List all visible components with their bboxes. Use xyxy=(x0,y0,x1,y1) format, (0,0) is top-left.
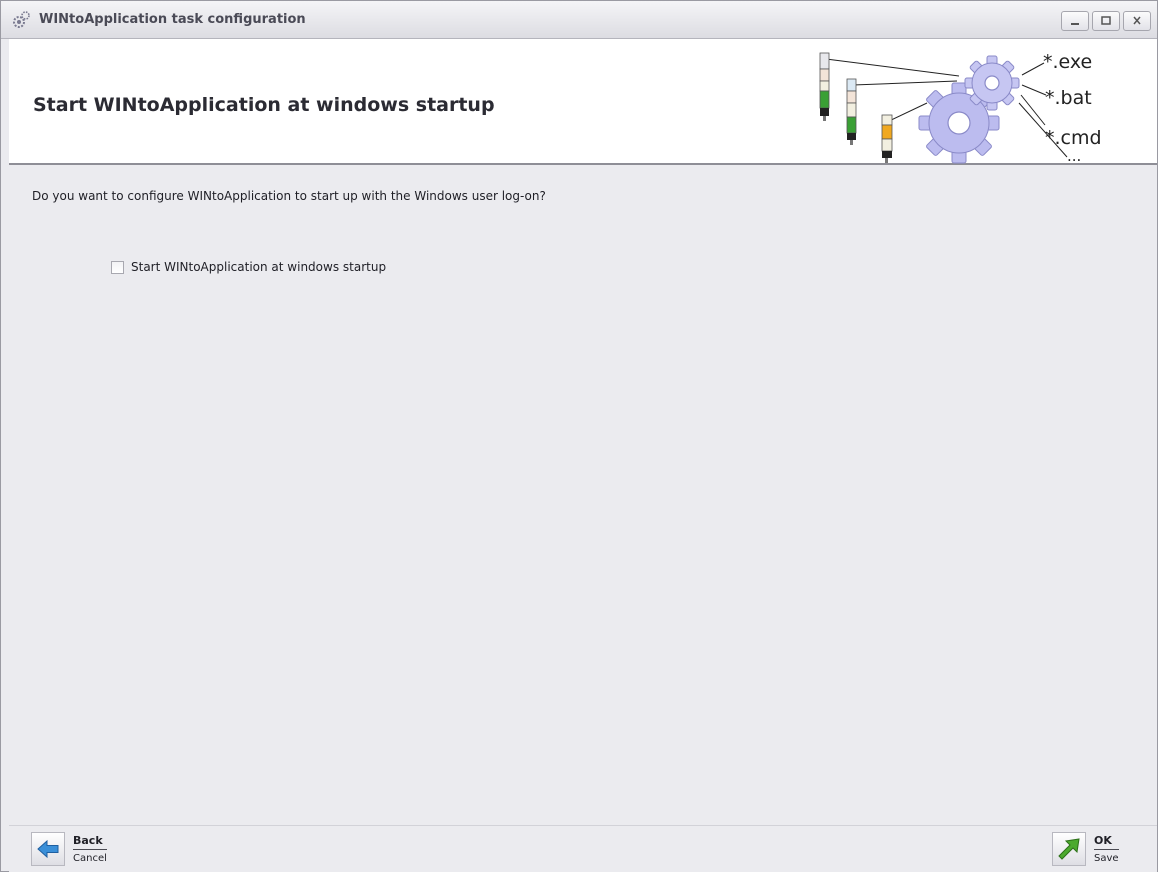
config-window: WINtoApplication task configuration Star… xyxy=(0,0,1158,872)
main-content: Do you want to configure WINtoApplicatio… xyxy=(9,165,1157,825)
arrow-up-right-icon[interactable] xyxy=(1052,832,1086,866)
minimize-icon xyxy=(1071,23,1079,25)
small-gear-icon xyxy=(964,55,1020,111)
gears-icon xyxy=(13,11,30,28)
signal-tower-icon xyxy=(819,52,830,121)
title-bar[interactable]: WINtoApplication task configuration xyxy=(1,1,1157,39)
extension-label: *.exe xyxy=(1043,51,1093,73)
startup-checkbox-row[interactable]: Start WINtoApplication at windows startu… xyxy=(111,260,386,274)
extension-label: *.bat xyxy=(1045,87,1092,109)
back-button[interactable]: Back Cancel xyxy=(31,832,107,866)
extension-label: ... xyxy=(1067,147,1082,165)
window-controls xyxy=(1061,11,1151,31)
cancel-label[interactable]: Cancel xyxy=(73,850,107,864)
signal-tower-icon xyxy=(846,78,857,145)
footer-bar: Back Cancel OK Save xyxy=(9,825,1157,872)
arrow-left-icon[interactable] xyxy=(31,832,65,866)
question-text: Do you want to configure WINtoApplicatio… xyxy=(32,189,546,203)
close-button[interactable] xyxy=(1123,11,1151,31)
back-label[interactable]: Back xyxy=(73,834,107,850)
maximize-button[interactable] xyxy=(1092,11,1120,31)
window-title: WINtoApplication task configuration xyxy=(39,12,306,27)
save-label[interactable]: Save xyxy=(1094,850,1119,864)
page-header: Start WINtoApplication at windows startu… xyxy=(9,39,1157,165)
extension-label: *.cmd xyxy=(1045,127,1102,149)
page-title: Start WINtoApplication at windows startu… xyxy=(33,94,495,116)
maximize-icon xyxy=(1101,16,1111,25)
startup-checkbox-label[interactable]: Start WINtoApplication at windows startu… xyxy=(131,260,386,274)
minimize-button[interactable] xyxy=(1061,11,1089,31)
startup-checkbox[interactable] xyxy=(111,260,124,274)
signal-tower-icon xyxy=(881,114,893,163)
ok-label[interactable]: OK xyxy=(1094,834,1119,850)
ok-button[interactable]: OK Save xyxy=(1052,832,1119,866)
close-icon xyxy=(1133,16,1141,25)
header-illustration: *.exe *.bat *.cmd ... xyxy=(809,43,1154,165)
